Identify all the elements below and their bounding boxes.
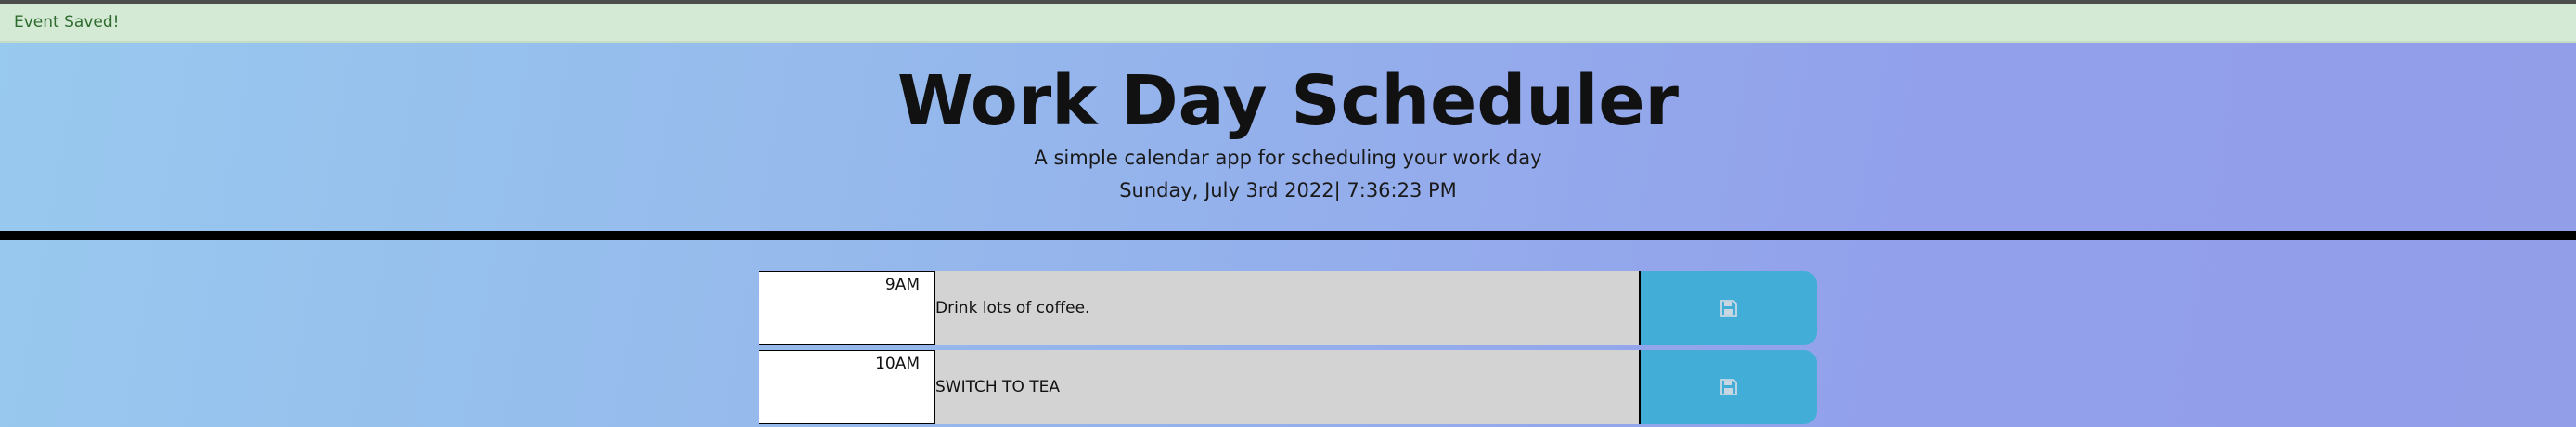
floppy-disk-icon bbox=[1720, 379, 1737, 395]
alert-text: Event Saved! bbox=[14, 13, 120, 32]
hour-label: 9AM bbox=[759, 271, 935, 345]
header: Work Day Scheduler A simple calendar app… bbox=[0, 43, 2576, 231]
page-subtitle: A simple calendar app for scheduling you… bbox=[1034, 147, 1542, 169]
timeblock-row: 9AM Drink lots of coffee. bbox=[759, 271, 1817, 345]
event-description[interactable]: SWITCH TO TEA bbox=[935, 350, 1641, 424]
floppy-disk-icon bbox=[1720, 300, 1737, 317]
page-title: Work Day Scheduler bbox=[896, 61, 1680, 141]
current-datetime: Sunday, July 3rd 2022| 7:36:23 PM bbox=[1119, 179, 1457, 201]
save-button[interactable] bbox=[1641, 271, 1817, 345]
header-divider bbox=[0, 231, 2576, 240]
timeblock-row: 10AM SWITCH TO TEA bbox=[759, 350, 1817, 424]
event-description[interactable]: Drink lots of coffee. bbox=[935, 271, 1641, 345]
hour-label: 10AM bbox=[759, 350, 935, 424]
save-button[interactable] bbox=[1641, 350, 1817, 424]
save-alert: Event Saved! bbox=[0, 4, 2576, 43]
